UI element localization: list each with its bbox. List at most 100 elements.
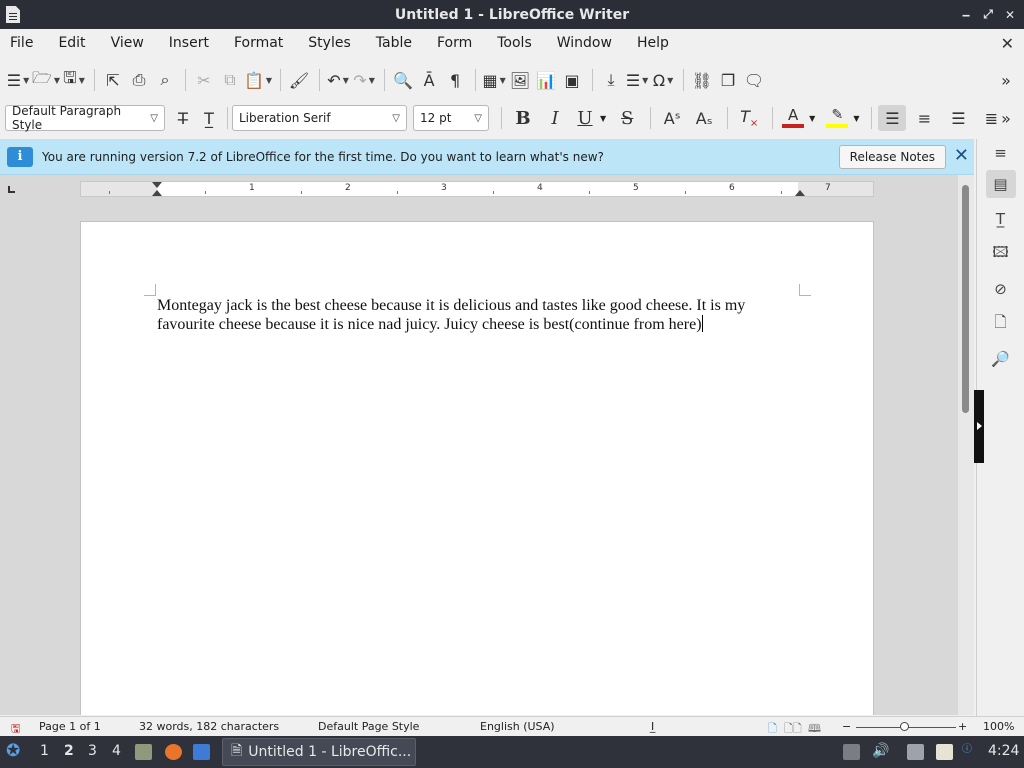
minimize-button[interactable]: ‒ [960, 8, 972, 22]
export-pdf-button[interactable]: ⇱ [101, 67, 125, 93]
page-count[interactable]: Page 1 of 1 [39, 720, 101, 733]
notification-icon[interactable]: ⓘ [962, 740, 972, 755]
vertical-scrollbar[interactable] [958, 175, 974, 715]
page-style[interactable]: Default Page Style [318, 720, 419, 733]
zoom-out-icon[interactable]: − [842, 720, 851, 733]
menu-insert[interactable]: Insert [169, 35, 209, 51]
maximize-button[interactable]: ⤢ [982, 7, 994, 22]
italic-button[interactable]: I [540, 105, 570, 131]
menu-file[interactable]: File [10, 35, 33, 51]
paragraph-style-combo[interactable]: Default Paragraph Style ▽ [5, 104, 165, 132]
open-button[interactable]: 🗁 ▼ [32, 67, 60, 93]
font-size-combo[interactable]: 12 pt ▽ [413, 105, 489, 131]
sidebar-page-button[interactable]: 🗋 [986, 310, 1016, 338]
menu-view[interactable]: View [111, 35, 144, 51]
insert-special-char-button[interactable]: Ω ▼ [651, 67, 675, 93]
menu-format[interactable]: Format [234, 35, 283, 51]
menu-help[interactable]: Help [637, 35, 669, 51]
strikethrough-button[interactable]: S [612, 105, 642, 131]
right-indent-marker[interactable] [795, 190, 805, 196]
left-indent-marker[interactable] [152, 190, 162, 196]
workspace-2[interactable]: 2 [64, 743, 74, 759]
close-infobar-icon[interactable]: ✕ [954, 145, 969, 166]
menu-tools[interactable]: Tools [497, 35, 532, 51]
align-center-button[interactable]: ≡ [908, 105, 940, 131]
clear-formatting-button[interactable]: T× [734, 105, 764, 131]
highlight-color-button[interactable]: ✎ [823, 105, 851, 131]
workspace-1[interactable]: 1 [40, 743, 49, 759]
zoom-level[interactable]: 100% [983, 720, 1014, 733]
cut-button[interactable]: ✂ [192, 67, 216, 93]
highlight-dropdown-icon[interactable]: ▼ [853, 114, 859, 123]
network-icon[interactable] [907, 744, 924, 760]
clipboard-tray-icon[interactable] [936, 744, 953, 760]
document-page[interactable]: Montegay jack is the best cheese because… [80, 221, 874, 715]
menu-table[interactable]: Table [376, 35, 412, 51]
toolbar-overflow-button[interactable]: » [994, 67, 1018, 93]
find-replace-button[interactable]: 🔍 [391, 67, 415, 93]
align-right-button[interactable]: ☰ [942, 105, 974, 131]
save-button[interactable]: 🖫 ▼ [62, 67, 86, 93]
language[interactable]: English (USA) [480, 720, 555, 733]
sidebar-properties-button[interactable]: ▤ [985, 170, 1016, 198]
insert-comment-button[interactable]: 🗨 [742, 67, 766, 93]
paste-button[interactable]: 📋 ▼ [244, 67, 272, 93]
sidebar-navigator-button[interactable]: ⊘ [986, 275, 1016, 303]
sidebar-collapse-handle[interactable] [974, 390, 984, 463]
bold-button[interactable]: B [508, 105, 538, 131]
terminal-icon[interactable] [193, 744, 210, 760]
workspace-4[interactable]: 4 [112, 743, 121, 759]
print-preview-button[interactable]: ⌕ [153, 67, 177, 93]
selection-mode-icon[interactable]: I̲ [651, 720, 654, 733]
menu-edit[interactable]: Edit [58, 35, 85, 51]
new-style-button[interactable]: T̲ [197, 105, 221, 131]
file-manager-icon[interactable] [135, 744, 152, 760]
redo-button[interactable]: ↷ ▼ [352, 67, 376, 93]
insert-table-button[interactable]: ▦ ▼ [482, 67, 506, 93]
font-name-combo[interactable]: Liberation Serif ▽ [232, 105, 407, 131]
menu-form[interactable]: Form [437, 35, 472, 51]
volume-icon[interactable]: 🔊 [872, 743, 889, 759]
zoom-slider-knob[interactable] [900, 722, 909, 731]
release-notes-button[interactable]: Release Notes [838, 145, 946, 169]
close-document-icon[interactable]: ✕ [1001, 34, 1014, 53]
document-body[interactable]: Montegay jack is the best cheese because… [157, 296, 802, 334]
scrollbar-thumb[interactable] [962, 185, 969, 413]
print-button[interactable]: ⎙ [127, 67, 151, 93]
horizontal-ruler[interactable]: 1 2 3 4 5 6 7 [80, 181, 874, 197]
taskbar-app-writer[interactable]: 🗎 Untitled 1 - LibreOffic... [222, 738, 416, 766]
firefox-icon[interactable] [165, 744, 182, 760]
sidebar-styles-button[interactable]: T̲ [986, 205, 1016, 233]
updates-icon[interactable] [843, 744, 860, 760]
align-left-button[interactable]: ☰ [878, 105, 907, 131]
insert-page-break-button[interactable]: ⤓ [599, 67, 623, 93]
formatting-marks-button[interactable]: ¶ [443, 67, 467, 93]
sidebar-menu-button[interactable]: ≡ [986, 143, 1016, 163]
insert-hyperlink-button[interactable]: ⛓ [690, 67, 714, 93]
new-document-button[interactable]: ☰ ▼ [6, 67, 30, 93]
clock[interactable]: 4:24 [988, 743, 1019, 759]
document-area[interactable]: 1 2 3 4 5 6 7 Montegay jack is the best … [0, 175, 958, 715]
underline-dropdown-icon[interactable]: ▼ [600, 114, 606, 123]
workspace-3[interactable]: 3 [88, 743, 97, 759]
update-style-button[interactable]: T̶ [171, 105, 195, 131]
underline-button[interactable]: U [572, 105, 598, 131]
sidebar-style-inspector-button[interactable]: 🔎 [986, 345, 1016, 373]
insert-footnote-button[interactable]: ❐ [716, 67, 740, 93]
toolbar2-overflow-button[interactable]: » [994, 105, 1018, 131]
undo-button[interactable]: ↶ ▼ [326, 67, 350, 93]
spelling-button[interactable]: Ā [417, 67, 441, 93]
font-color-button[interactable]: A [779, 105, 807, 131]
sidebar-gallery-button[interactable]: 🖾 [986, 240, 1016, 268]
subscript-button[interactable]: Aₛ [689, 105, 719, 131]
copy-button[interactable]: ⧉ [218, 67, 242, 93]
start-menu-icon[interactable]: ✪ [6, 741, 20, 761]
insert-image-button[interactable]: 🖼 [508, 67, 532, 93]
tab-stop-selector[interactable] [8, 186, 15, 193]
insert-chart-button[interactable]: 📊 [534, 67, 558, 93]
insert-textbox-button[interactable]: ▣ [560, 67, 584, 93]
clone-formatting-button[interactable]: 🖌 [287, 67, 311, 93]
superscript-button[interactable]: Aˢ [657, 105, 687, 131]
word-count[interactable]: 32 words, 182 characters [139, 720, 279, 733]
close-window-button[interactable]: ✕ [1004, 8, 1016, 22]
